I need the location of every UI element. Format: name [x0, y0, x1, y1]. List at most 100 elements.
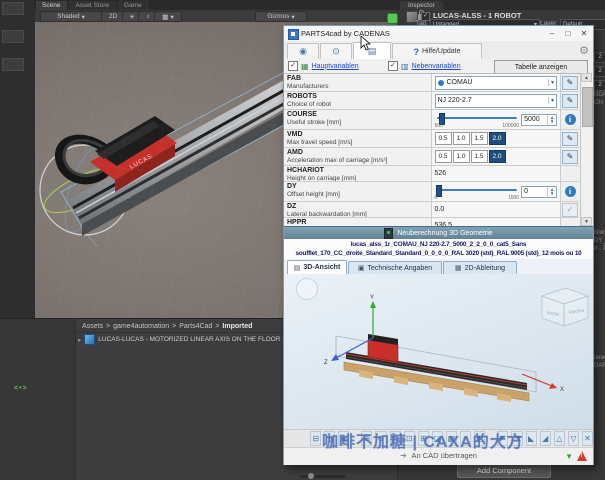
- inspector-tab[interactable]: Inspector: [400, 1, 443, 10]
- tech-data-icon: ▣: [358, 264, 365, 272]
- help-icon: ?: [413, 47, 419, 57]
- course-value-input[interactable]: 5000 ▲▼: [521, 114, 557, 126]
- transform-field[interactable]: 2: [594, 66, 605, 77]
- maximize-button[interactable]: □: [561, 28, 575, 39]
- dy-slider[interactable]: 01600: [435, 184, 520, 200]
- part-name: lucas_alss_1r_COMAU_NJ 220-2.7_5000_2_2_…: [284, 239, 593, 259]
- render-mode-icon[interactable]: ▦: [446, 431, 457, 446]
- parts4cad-dialog: PARTS4cad by CADENAS – □ ✕ ◉ ⊙ ▤ ? Hilfe…: [283, 25, 594, 465]
- tab-2d-ableitung[interactable]: ▦ 2D-Ableitung: [443, 261, 517, 274]
- breadcrumb-assets[interactable]: Assets: [82, 323, 103, 330]
- z-axis-label: Z: [324, 360, 328, 366]
- transform-field[interactable]: 2: [594, 52, 605, 63]
- scroll-down-icon[interactable]: ▼: [581, 217, 592, 226]
- edit-button[interactable]: ✎: [562, 132, 578, 146]
- tab-technische-angaben[interactable]: ▣ Technische Angaben: [348, 261, 442, 274]
- robots-select[interactable]: NJ 220-2.7▾: [435, 94, 558, 108]
- tab-asset-store[interactable]: Asset Store: [68, 1, 117, 10]
- view-right-icon[interactable]: ◢: [540, 431, 551, 446]
- breadcrumb-parts4cad[interactable]: Parts4Cad: [179, 323, 212, 330]
- zoom-out-icon[interactable]: ⊖: [375, 431, 386, 446]
- game4automation-icon: <•>: [14, 385, 28, 392]
- shadow-view-icon[interactable]: ◩: [474, 431, 485, 446]
- y-axis-label: Y: [370, 295, 374, 301]
- view-reset-icon[interactable]: ✕: [582, 431, 593, 446]
- cylinder-view-icon[interactable]: ⊟: [310, 431, 321, 446]
- 3d-view-icon: ▤: [294, 264, 301, 272]
- axis-triad: Y Z X: [324, 295, 564, 393]
- expander-icon[interactable]: ▸: [78, 336, 81, 344]
- edit-button[interactable]: ✎: [562, 94, 578, 108]
- shaded-view-icon[interactable]: ◫: [324, 431, 335, 446]
- nebenvariablen-checkbox[interactable]: ✓: [388, 61, 398, 71]
- breadcrumb-imported[interactable]: Imported: [222, 323, 252, 330]
- tab-search[interactable]: ⊙: [320, 43, 352, 59]
- wireframe-view-icon[interactable]: ▣: [338, 431, 349, 446]
- hauptvariablen-icon: ▦: [301, 62, 309, 71]
- confirm-button[interactable]: ✓: [562, 203, 578, 217]
- tab-help-update[interactable]: ? Hilfe/Update: [392, 43, 482, 59]
- recalc-status-icon: [384, 228, 393, 239]
- view-front-icon[interactable]: ◤: [497, 431, 508, 446]
- transform-field[interactable]: 2: [594, 80, 605, 91]
- inspector-text-fragment: NDA: [594, 92, 605, 98]
- variable-filter-row: ✓ ▦ Hauptvariablen ✓ ▥ Nebenvariablen Ta…: [284, 59, 593, 73]
- close-button[interactable]: ✕: [577, 28, 591, 39]
- tool-icon[interactable]: [2, 30, 24, 43]
- shaded-dropdown[interactable]: Shaded▾: [40, 11, 102, 22]
- 3d-preview[interactable]: Vorne Rechts: [284, 274, 593, 429]
- tab-game[interactable]: Game: [117, 1, 150, 10]
- amd-segment[interactable]: 0.51.0 1.52.0: [435, 150, 506, 163]
- row-robots: ROBOTSChoice of robot NJ 220-2.7▾ ✎: [284, 92, 579, 110]
- scrollbar-thumb[interactable]: [582, 87, 593, 127]
- breadcrumb-game4automation[interactable]: game4automation: [113, 323, 169, 330]
- hauptvariablen-checkbox[interactable]: ✓: [288, 61, 298, 71]
- preview-tabbar: ▤ 3D-Ansicht ▣ Technische Angaben ▦ 2D-A…: [284, 259, 593, 275]
- fit-view-icon[interactable]: ⊞: [418, 431, 429, 446]
- vmd-segment[interactable]: 0.51.0 1.52.0: [435, 132, 506, 145]
- view-top-icon[interactable]: △: [554, 431, 565, 446]
- view-back-icon[interactable]: ◥: [511, 431, 522, 446]
- gizmos-dropdown[interactable]: Gizmos▾: [255, 11, 307, 22]
- tool-icon[interactable]: [2, 2, 24, 15]
- hauptvariablen-link[interactable]: Hauptvariablen: [312, 63, 359, 70]
- tabelle-anzeigen-button[interactable]: Tabelle anzeigen: [494, 60, 588, 74]
- dialog-titlebar[interactable]: PARTS4cad by CADENAS – □ ✕: [284, 26, 593, 42]
- project-folder-column[interactable]: <•>: [0, 319, 76, 480]
- orbit-control[interactable]: [296, 278, 318, 300]
- tab-catalog[interactable]: ◉: [287, 43, 319, 59]
- view-bottom-icon[interactable]: ▽: [568, 431, 579, 446]
- minimize-button[interactable]: –: [545, 28, 559, 39]
- tab-part[interactable]: ▤: [353, 42, 391, 59]
- dialog-title: PARTS4cad by CADENAS: [301, 29, 390, 38]
- table-scrollbar[interactable]: ▲ ▼: [580, 73, 593, 226]
- gear-icon[interactable]: ⚙: [579, 44, 589, 57]
- nebenvariablen-icon: ▥: [401, 62, 409, 71]
- fab-select[interactable]: COMAU▾: [435, 76, 558, 90]
- tab-3d-ansicht[interactable]: ▤ 3D-Ansicht: [287, 260, 347, 274]
- navigation-cube[interactable]: Vorne Rechts: [542, 288, 588, 326]
- an-cad-uebertragen-button[interactable]: ➔ An CAD übertragen: [284, 451, 593, 460]
- zoom-in-icon[interactable]: ⊕: [361, 431, 372, 446]
- inspector-header: Inspector: [398, 0, 605, 10]
- edit-button[interactable]: ✎: [562, 76, 578, 90]
- material-view-icon[interactable]: ●: [460, 431, 471, 446]
- tab-scene[interactable]: Scene: [35, 1, 68, 10]
- section-view-icon[interactable]: ◪: [432, 431, 443, 446]
- scroll-up-icon[interactable]: ▲: [581, 73, 592, 82]
- info-button[interactable]: i: [565, 114, 576, 125]
- course-slider[interactable]: 500100000: [435, 112, 520, 128]
- dy-value-input[interactable]: 0 ▲▼: [521, 186, 557, 198]
- thumbnail-size-slider[interactable]: [300, 475, 346, 478]
- nebenvariablen-link[interactable]: Nebenvariablen: [412, 63, 461, 70]
- view-left-icon[interactable]: ◣: [526, 431, 537, 446]
- add-component-button[interactable]: Add Component: [457, 463, 551, 478]
- zoom-window-icon[interactable]: ⊡: [404, 431, 415, 446]
- edit-button[interactable]: ✎: [562, 150, 578, 164]
- rotate-view-icon[interactable]: ↻: [390, 431, 401, 446]
- row-dz: DZLateral backwardation [mm] 0.0 ✓: [284, 202, 579, 218]
- download-status-icon: ▼: [565, 452, 573, 461]
- info-button[interactable]: i: [565, 186, 576, 197]
- tool-icon[interactable]: [2, 58, 24, 71]
- effects-dropdown[interactable]: ▦▾: [154, 11, 182, 22]
